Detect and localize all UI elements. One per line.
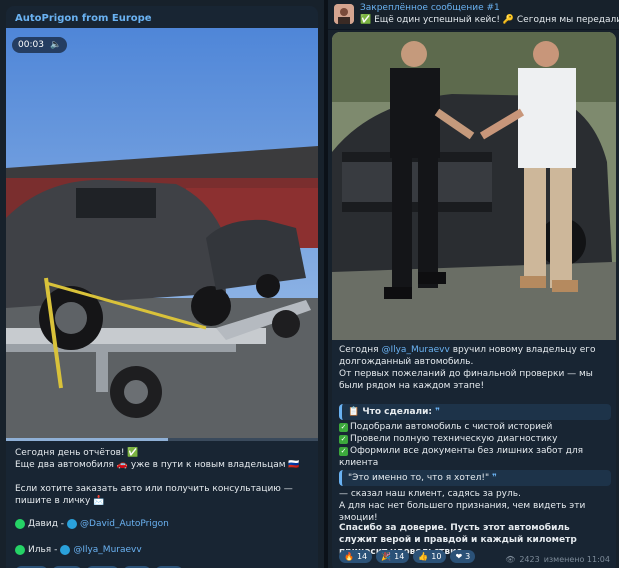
telegram-icon (67, 519, 78, 529)
message-photo[interactable] (332, 32, 616, 340)
views-count: 2423 (519, 555, 540, 564)
paragraph-2: От первых пожеланий до финальной проверк… (339, 369, 593, 391)
reaction-party[interactable]: 🎉 14 (376, 550, 410, 563)
ilya-mention-link[interactable]: @Ilya_Muraevv (381, 345, 449, 355)
reaction-heart[interactable]: ❤ 3 (450, 550, 476, 563)
contact-ilya-link[interactable]: @Ilya_Muraevv (73, 545, 141, 555)
video-progress-fill (6, 438, 169, 441)
message-line-1: Сегодня день отчётов! ✅ (15, 448, 139, 458)
reaction-fire[interactable]: 🔥 14 (339, 550, 373, 563)
done-item-3: ✓ Оформили все документы без лишних забот… (339, 446, 584, 468)
done-item-2: ✓ Провели полную техническую диагностику (339, 434, 558, 444)
video-timer: 00:03 🔈 (12, 37, 68, 53)
message-line-2: Еще два автомобиля 🚗 уже в пути к новым … (15, 460, 300, 470)
client-quote: "Это именно то, что я хотел!" ❞ (339, 470, 611, 486)
pinned-title: Закреплённое сообщение #1 (360, 3, 500, 13)
edited-time: изменено 11:04 (543, 555, 610, 564)
contact-david-name: Давид - (28, 519, 65, 529)
what-done-header: 📋 Что сделали: ❞ (339, 404, 611, 420)
check-icon: ✓ (339, 447, 348, 456)
contact-ilya: Илья - @Ilya_Muraevv (15, 545, 142, 555)
video-frame (6, 28, 318, 438)
channel-name[interactable]: AutoPrigon from Europe (15, 13, 152, 24)
video-time: 00:03 (18, 40, 44, 50)
left-chat-panel: AutoPrigon from Europe 00:03 🔈 Сегодня д… (0, 0, 324, 568)
paragraph-4: А для нас нет большего признания, чем ви… (339, 501, 586, 523)
message-line-3: Если хотите заказать авто или получить к… (15, 484, 293, 506)
pinned-message-bar[interactable]: Закреплённое сообщение #1 ✅ Ещё один усп… (328, 0, 619, 30)
pinned-thumbnail (334, 4, 354, 24)
video-progress-bar[interactable] (6, 438, 318, 441)
contact-david-link[interactable]: @David_AutoPrigon (80, 519, 169, 529)
paragraph-1: Сегодня @Ilya_Muraevv вручил новому влад… (339, 345, 596, 367)
photo-message: Сегодня @Ilya_Muraevv вручил новому влад… (332, 32, 616, 568)
done-item-1: ✓ Подобрали автомобиль с чистой историей (339, 422, 553, 432)
views-icon: 👁 (505, 555, 516, 564)
pinned-preview: ✅ Ещё один успешный кейс! 🔑 Сегодня мы п… (360, 15, 619, 25)
telegram-icon (60, 545, 71, 555)
video-player[interactable]: 00:03 🔈 (6, 28, 318, 438)
video-message: AutoPrigon from Europe 00:03 🔈 Сегодня д… (6, 6, 318, 568)
right-reactions: 🔥 14 🎉 14 👍 10 ❤ 3 (339, 550, 476, 563)
whatsapp-icon (15, 519, 25, 529)
right-chat-panel: Закреплённое сообщение #1 ✅ Ещё один усп… (328, 0, 619, 568)
reaction-thumbs-up[interactable]: 👍10 (413, 550, 447, 563)
mute-icon[interactable]: 🔈 (50, 40, 61, 50)
contact-ilya-name: Илья - (28, 545, 58, 555)
contact-david: Давид - @David_AutoPrigon (15, 519, 169, 529)
message-meta: 👁 2423 изменено 11:04 (505, 555, 610, 564)
check-icon: ✓ (339, 423, 348, 432)
check-icon: ✓ (339, 435, 348, 444)
paragraph-3: — сказал наш клиент, садясь за руль. (339, 489, 521, 499)
whatsapp-icon (15, 545, 25, 555)
photo-image (332, 32, 616, 340)
